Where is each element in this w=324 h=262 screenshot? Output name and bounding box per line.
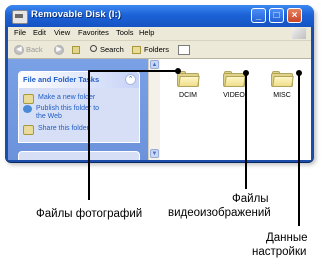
callout-dot-photos: [175, 68, 181, 74]
callout-dot-settings: [296, 70, 302, 76]
callout-dot-video: [243, 70, 249, 76]
callout-label-settings-line2: настройки: [252, 246, 307, 258]
callout-line-photos: [88, 70, 178, 200]
callout-label-video-line1: Файлы: [232, 193, 269, 205]
callout-label-photos: Файлы фотографий: [36, 208, 143, 220]
callout-label-video-line2: видеоизображений: [168, 207, 271, 219]
callout-label-settings-line1: Данные: [266, 232, 308, 244]
callout-lines: [88, 68, 302, 226]
